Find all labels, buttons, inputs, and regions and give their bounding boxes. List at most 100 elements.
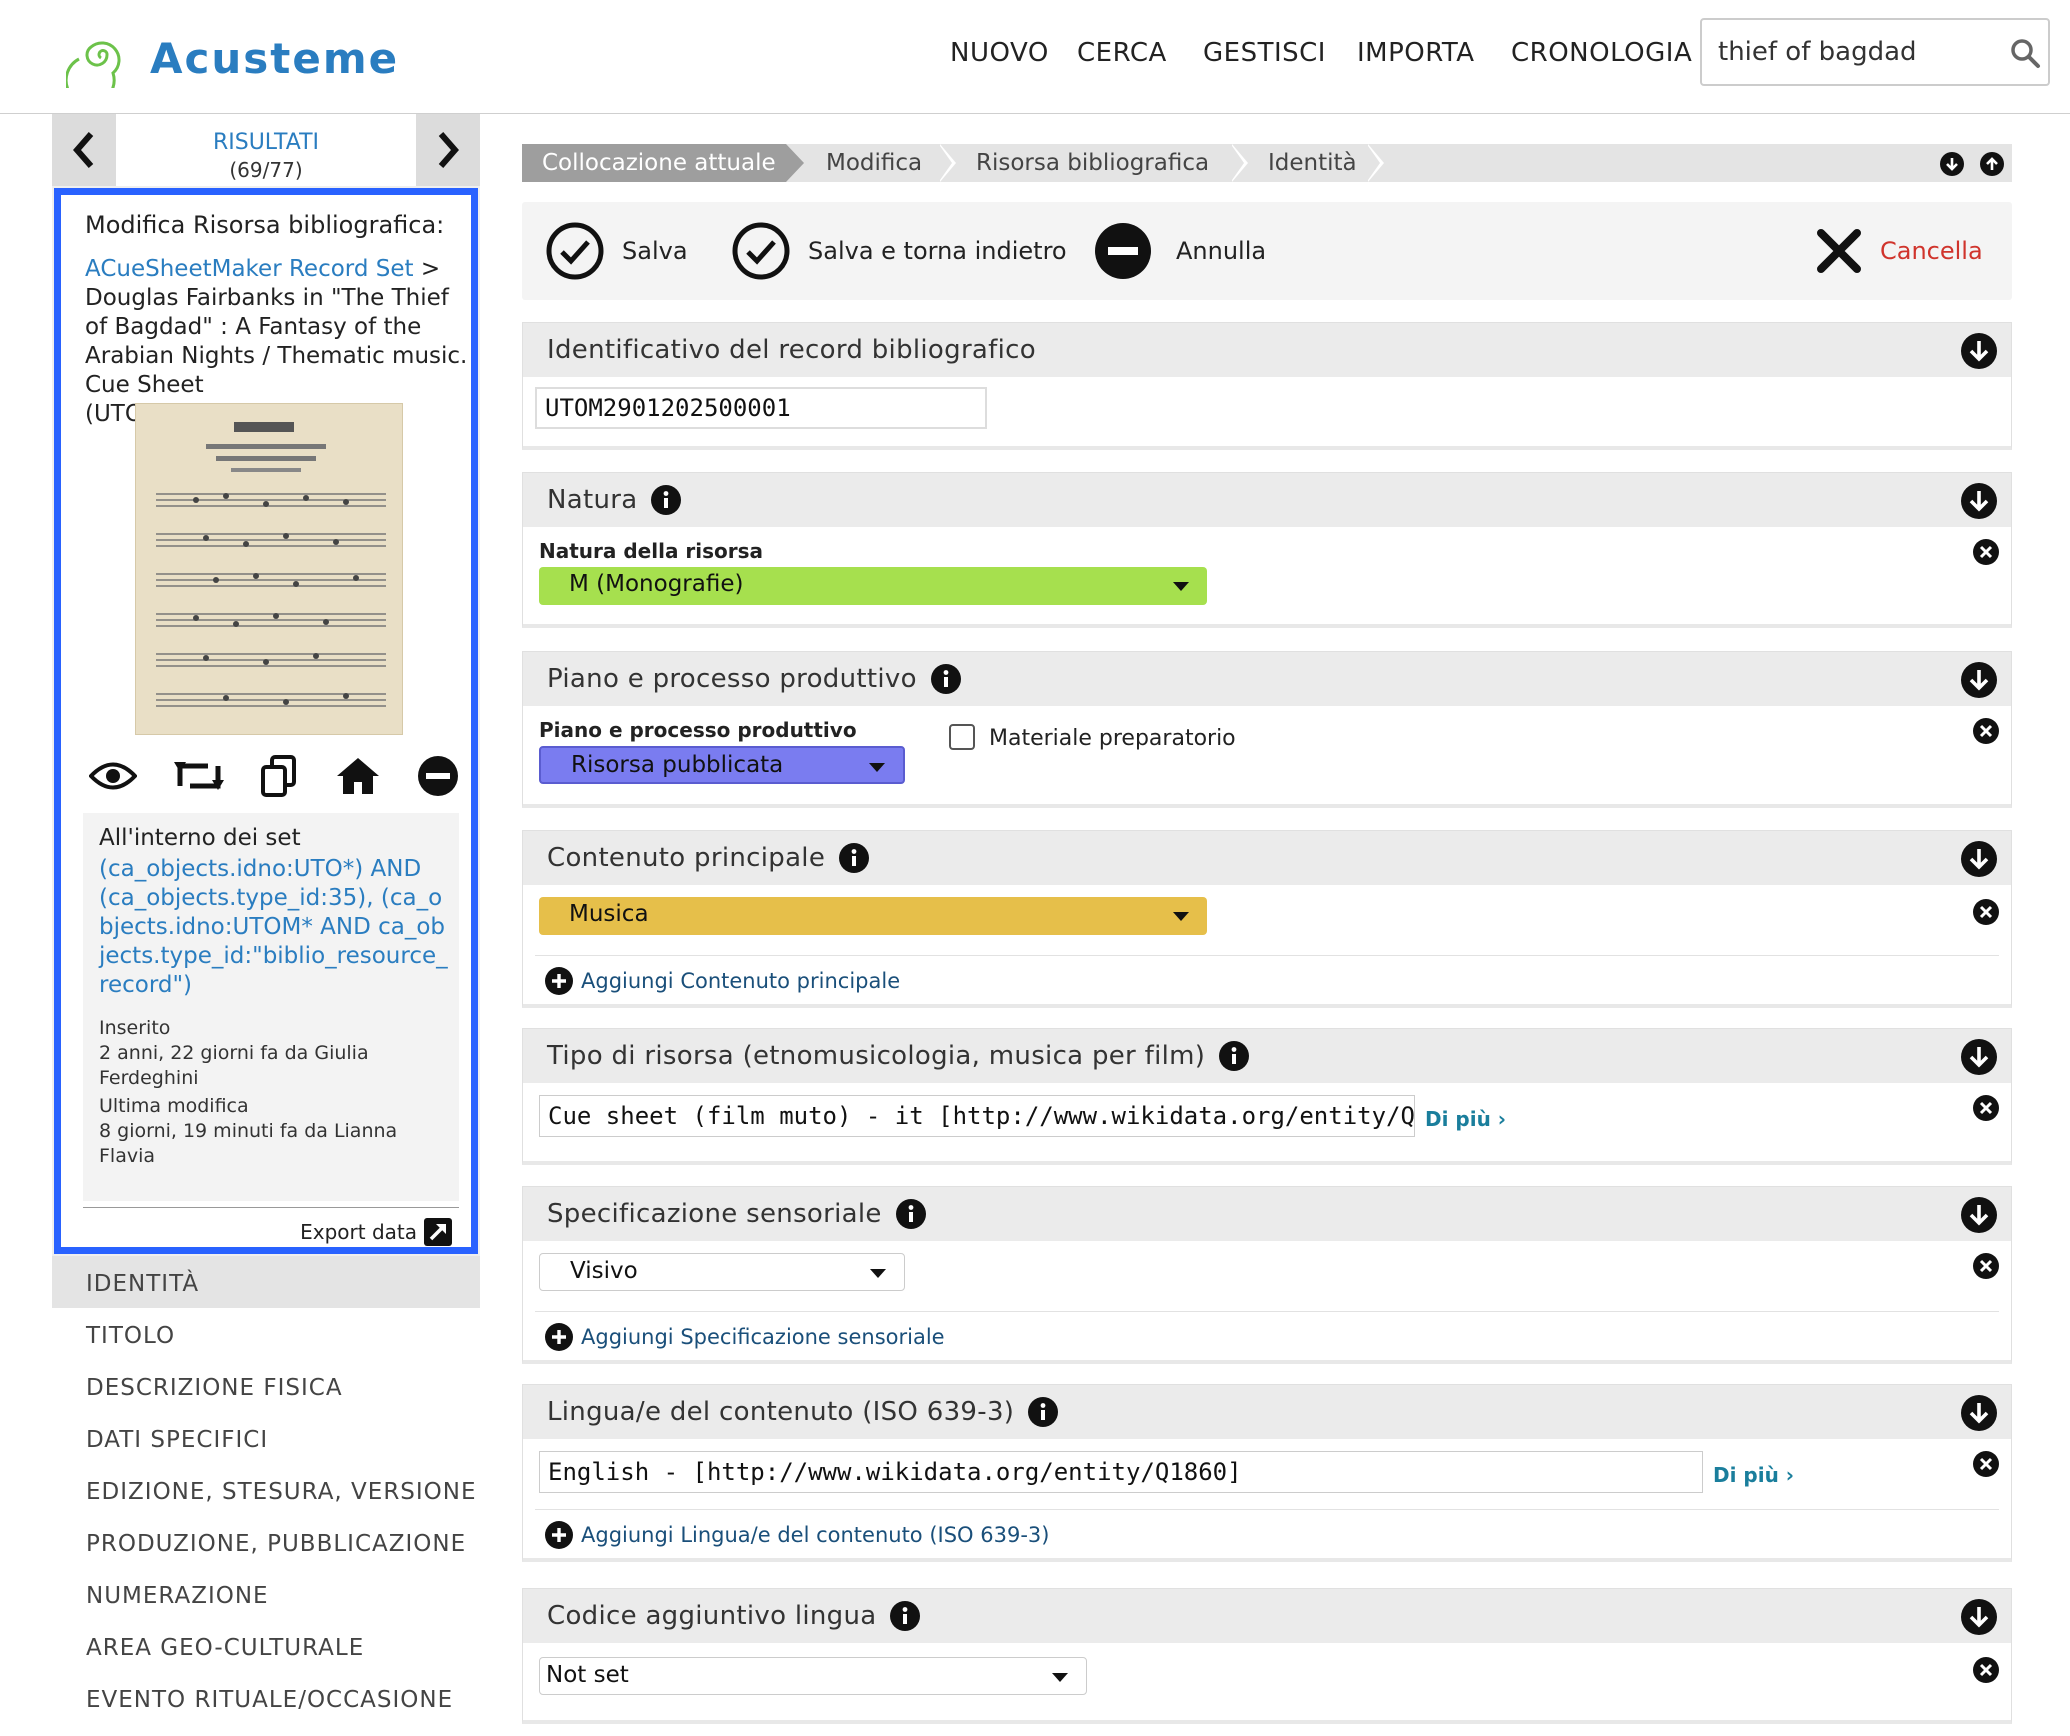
home-icon[interactable] bbox=[335, 756, 381, 796]
sidebar-item-titolo[interactable]: TITOLO bbox=[86, 1323, 175, 1349]
copy-icon[interactable] bbox=[260, 755, 298, 797]
materiale-preparatorio-label: Materiale preparatorio bbox=[989, 726, 1236, 751]
piano-select[interactable]: Risorsa pubblicata bbox=[539, 746, 905, 784]
lingua-input[interactable]: English - [http://www.wikidata.org/entit… bbox=[539, 1451, 1703, 1493]
remove-value-icon[interactable] bbox=[1973, 1657, 1999, 1683]
sets-box: All'interno dei set (ca_objects.idno:UTO… bbox=[83, 813, 459, 1201]
section-toggle-icon[interactable] bbox=[1961, 662, 1997, 698]
info-icon[interactable] bbox=[839, 843, 870, 873]
sidebar-item-descrizione-fisica[interactable]: DESCRIZIONE FISICA bbox=[86, 1375, 343, 1401]
sidebar-item-dati-specifici[interactable]: DATI SPECIFICI bbox=[86, 1427, 268, 1453]
info-icon[interactable] bbox=[651, 485, 682, 515]
materiale-preparatorio-checkbox[interactable] bbox=[949, 724, 975, 750]
info-icon[interactable] bbox=[1219, 1041, 1250, 1071]
contenuto-select[interactable]: Musica bbox=[539, 897, 1207, 935]
breadcrumb-identita[interactable]: Identità bbox=[1248, 144, 1357, 182]
next-result-button[interactable] bbox=[416, 114, 480, 186]
check-circle-icon bbox=[546, 222, 604, 280]
section-toggle-icon[interactable] bbox=[1961, 841, 1997, 877]
add-sensoriale-label: Aggiungi Specificazione sensoriale bbox=[581, 1325, 945, 1349]
natura-select[interactable]: M (Monografie) bbox=[539, 567, 1207, 605]
breadcrumb-collocazione[interactable]: Collocazione attuale bbox=[522, 144, 786, 182]
add-lingua-link[interactable]: Aggiungi Lingua/e del contenuto (ISO 639… bbox=[545, 1521, 1049, 1549]
codice-lingua-select-value: Not set bbox=[546, 1662, 629, 1688]
logo[interactable]: Acusteme bbox=[66, 28, 399, 88]
sidebar-item-area-geo-culturale[interactable]: AREA GEO-CULTURALE bbox=[86, 1635, 364, 1661]
prev-result-button[interactable] bbox=[52, 114, 116, 186]
tipo-di-piu-link[interactable]: Di più › bbox=[1425, 1107, 1506, 1131]
section-toggle-icon[interactable] bbox=[1961, 1395, 1997, 1431]
tipo-risorsa-input[interactable]: Cue sheet (film muto) - it [http://www.w… bbox=[539, 1095, 1415, 1137]
add-lingua-label: Aggiungi Lingua/e del contenuto (ISO 639… bbox=[581, 1523, 1050, 1547]
codice-lingua-select[interactable]: Not set bbox=[539, 1657, 1087, 1695]
sidebar-item-numerazione[interactable]: NUMERAZIONE bbox=[86, 1583, 269, 1609]
edit-title: Modifica Risorsa bibliografica: bbox=[85, 211, 445, 239]
record-thumbnail[interactable] bbox=[135, 403, 403, 735]
section-toggle-icon[interactable] bbox=[1961, 333, 1997, 369]
record-info-box: Modifica Risorsa bibliografica: ACueShee… bbox=[54, 188, 478, 1254]
section-toggle-icon[interactable] bbox=[1961, 1599, 1997, 1635]
sidebar-item-evento-rituale[interactable]: EVENTO RITUALE/OCCASIONE bbox=[86, 1687, 453, 1713]
lingua-di-piu-link[interactable]: Di più › bbox=[1713, 1463, 1794, 1487]
nav-cronologia[interactable]: CRONOLOGIA bbox=[1511, 38, 1692, 68]
remove-value-icon[interactable] bbox=[1973, 1451, 1999, 1477]
add-contenuto-link[interactable]: Aggiungi Contenuto principale bbox=[545, 967, 900, 995]
results-label[interactable]: RISULTATI bbox=[116, 130, 416, 155]
divider bbox=[535, 1509, 1999, 1510]
section-title-text: Lingua/e del contenuto (ISO 639-3) bbox=[547, 1397, 1015, 1427]
breadcrumb: Collocazione attuale Modifica Risorsa bi… bbox=[522, 144, 2012, 182]
record-set-link[interactable]: ACueSheetMaker Record Set bbox=[85, 256, 414, 282]
sidebar-item-identita[interactable]: IDENTITÀ bbox=[86, 1271, 199, 1297]
nav-cerca[interactable]: CERCA bbox=[1077, 38, 1167, 68]
modified-label: Ultima modifica bbox=[99, 1095, 249, 1117]
sensoriale-select[interactable]: Visivo bbox=[539, 1253, 905, 1291]
remove-value-icon[interactable] bbox=[1973, 718, 1999, 744]
section-header: Identificativo del record bibliografico bbox=[523, 323, 2011, 377]
identificativo-input[interactable] bbox=[535, 387, 987, 429]
remove-value-icon[interactable] bbox=[1973, 899, 1999, 925]
info-icon[interactable] bbox=[1028, 1397, 1059, 1427]
export-data-link[interactable]: Export data bbox=[300, 1217, 453, 1247]
minus-circle-icon[interactable] bbox=[417, 755, 459, 797]
breadcrumb-risorsa[interactable]: Risorsa bibliografica bbox=[956, 144, 1209, 182]
section-toggle-icon[interactable] bbox=[1961, 1197, 1997, 1233]
section-title: Lingua/e del contenuto (ISO 639-3) bbox=[547, 1397, 1059, 1427]
sidebar-item-edizione[interactable]: EDIZIONE, STESURA, VERSIONE bbox=[86, 1479, 477, 1505]
sidebar-item-produzione[interactable]: PRODUZIONE, PUBBLICAZIONE bbox=[86, 1531, 466, 1557]
info-icon[interactable] bbox=[895, 1199, 926, 1229]
section-toggle-icon[interactable] bbox=[1961, 483, 1997, 519]
annulla-button[interactable]: Annulla bbox=[1094, 202, 1266, 300]
section-natura: Natura Natura della risorsa M (Monografi… bbox=[522, 472, 2012, 628]
breadcrumb-modifica[interactable]: Modifica bbox=[806, 144, 922, 182]
remove-value-icon[interactable] bbox=[1973, 1253, 1999, 1279]
search-input[interactable] bbox=[1716, 34, 1996, 70]
remove-value-icon[interactable] bbox=[1973, 539, 1999, 565]
nav-gestisci[interactable]: GESTISCI bbox=[1203, 38, 1326, 68]
add-sensoriale-link[interactable]: Aggiungi Specificazione sensoriale bbox=[545, 1323, 945, 1351]
collapse-all-icon[interactable] bbox=[1940, 152, 1964, 176]
lingua-value: English - [http://www.wikidata.org/entit… bbox=[548, 1458, 1242, 1486]
nav-nuovo[interactable]: NUOVO bbox=[950, 38, 1049, 68]
section-title: Codice aggiuntivo lingua bbox=[547, 1601, 921, 1631]
eye-icon[interactable] bbox=[89, 759, 137, 793]
cancel-button[interactable]: Cancella bbox=[1816, 202, 1983, 300]
save-button[interactable]: Salva bbox=[546, 202, 688, 300]
export-label: Export data bbox=[300, 1220, 417, 1244]
expand-all-icon[interactable] bbox=[1980, 152, 2004, 176]
save-label: Salva bbox=[622, 237, 688, 265]
remove-value-icon[interactable] bbox=[1973, 1095, 1999, 1121]
save-and-back-button[interactable]: Salva e torna indietro bbox=[732, 202, 1067, 300]
piano-field-label: Piano e processo produttivo bbox=[539, 718, 857, 742]
section-header: Lingua/e del contenuto (ISO 639-3) bbox=[523, 1385, 2011, 1439]
search-icon[interactable] bbox=[2008, 36, 2042, 70]
sets-label: All'interno dei set bbox=[99, 825, 301, 851]
sets-query-link[interactable]: (ca_objects.idno:UTO*) AND (ca_objects.t… bbox=[99, 855, 449, 1000]
retweet-icon[interactable] bbox=[173, 758, 224, 794]
nav-importa[interactable]: IMPORTA bbox=[1357, 38, 1475, 68]
section-toggle-icon[interactable] bbox=[1961, 1039, 1997, 1075]
section-header: Specificazione sensoriale bbox=[523, 1187, 2011, 1241]
cancel-label: Cancella bbox=[1880, 237, 1983, 265]
info-icon[interactable] bbox=[890, 1601, 921, 1631]
modified-value: 8 giorni, 19 minuti fa da Lianna Flavia bbox=[99, 1120, 398, 1167]
info-icon[interactable] bbox=[930, 664, 961, 694]
